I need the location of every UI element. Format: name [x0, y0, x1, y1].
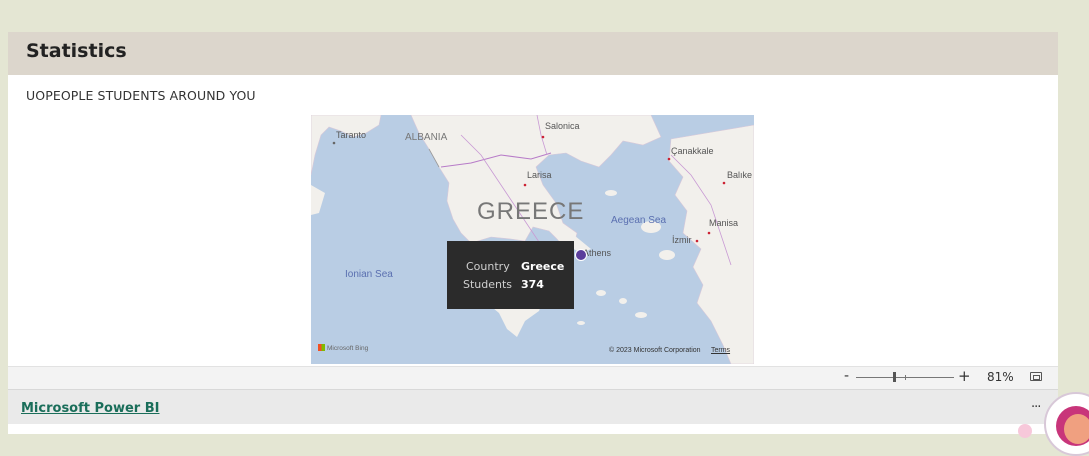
statistics-panel: Statistics UOPEOPLE STUDENTS AROUND YOU: [8, 32, 1058, 434]
tooltip-students-value: 374: [521, 278, 544, 291]
panel-title: Statistics: [26, 40, 127, 62]
panel-header: Statistics: [8, 32, 1058, 75]
powerbi-link[interactable]: Microsoft Power BI: [21, 401, 159, 416]
city-label: Larisa: [527, 170, 552, 180]
country-label: GREECE: [477, 198, 585, 225]
city-label: İzmir: [672, 235, 692, 245]
sea-label: Ionian Sea: [345, 269, 393, 280]
city-label: Salonica: [545, 121, 580, 131]
tooltip-students-key: Students: [463, 278, 513, 291]
sea-label: Aegean Sea: [611, 215, 667, 226]
city-label: Balıke: [727, 170, 753, 180]
map-visual[interactable]: Taranto ALBANIA Salonica Larisa Çanakkal…: [311, 115, 754, 364]
bing-logo: Microsoft Bing: [318, 344, 368, 352]
tooltip-country-key: Country: [466, 260, 510, 273]
zoom-slider-tick: [905, 375, 906, 380]
city-label: Taranto: [336, 130, 367, 140]
section-label: UOPEOPLE STUDENTS AROUND YOU: [26, 88, 256, 103]
city-label: Manisa: [709, 218, 739, 228]
fit-to-page-icon[interactable]: [1030, 372, 1042, 381]
microsoft-logo-icon: [318, 344, 325, 351]
region-label: ALBANIA: [405, 132, 448, 143]
tooltip-country-value: Greece: [521, 260, 565, 273]
map-tooltip: Country Greece Students 374: [447, 241, 574, 309]
zoom-out-button[interactable]: -: [844, 368, 849, 384]
more-options-icon[interactable]: ...: [1031, 396, 1041, 411]
avatar-face: [1064, 414, 1089, 444]
zoom-slider-thumb[interactable]: [893, 372, 896, 382]
zoom-level: 81%: [987, 370, 1014, 384]
city-label: Athens: [583, 248, 612, 258]
zoom-bar: - + 81%: [8, 366, 1058, 389]
student-location-marker[interactable]: [575, 249, 587, 261]
city-label: Çanakkale: [671, 146, 714, 156]
bing-logo-text: Microsoft Bing: [327, 345, 369, 352]
powerbi-footer: Microsoft Power BI ...: [8, 389, 1058, 424]
zoom-in-button[interactable]: +: [958, 367, 971, 385]
map-terms-link[interactable]: Terms: [711, 347, 730, 354]
map-copyright: © 2023 Microsoft Corporation: [609, 347, 701, 354]
notification-badge: [1018, 424, 1032, 438]
